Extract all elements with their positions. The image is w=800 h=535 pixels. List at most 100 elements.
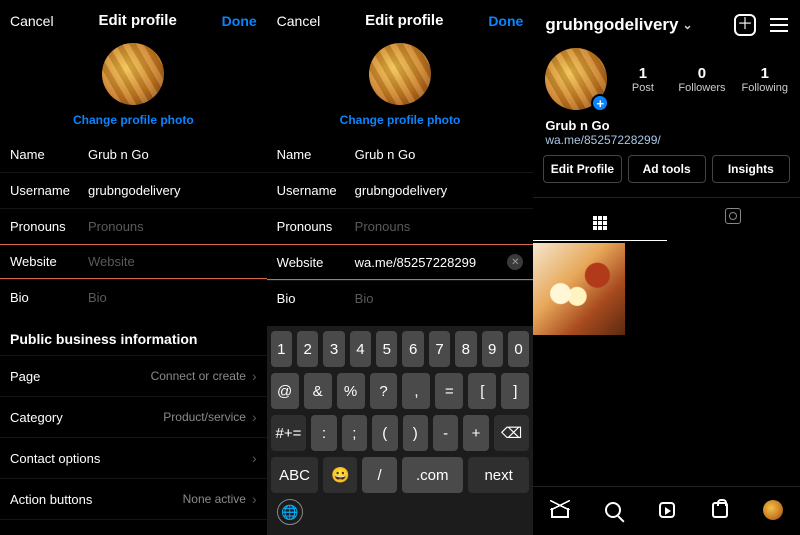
website-label: Website	[277, 255, 355, 270]
key-abc[interactable]: ABC	[271, 457, 319, 493]
profile-icon[interactable]	[762, 499, 784, 521]
name-input[interactable]: Grub n Go	[355, 147, 524, 162]
name-label: Name	[277, 147, 355, 162]
key[interactable]: +	[463, 415, 488, 451]
website-row: Website Website	[0, 244, 267, 279]
action-buttons-row[interactable]: Action buttons None active›	[0, 478, 267, 519]
key-2[interactable]: 2	[297, 331, 318, 367]
posts-label: Post	[623, 82, 662, 94]
followers-stat[interactable]: 0 Followers	[678, 65, 725, 94]
menu-icon[interactable]	[770, 18, 788, 32]
username-text: grubngodelivery	[545, 15, 678, 35]
category-value: Product/service	[163, 410, 246, 424]
search-icon[interactable]	[602, 499, 624, 521]
add-story-badge[interactable]: +	[591, 94, 609, 112]
insights-button[interactable]: Insights	[712, 155, 790, 183]
key-backspace[interactable]: ⌫	[494, 415, 530, 451]
done-button[interactable]: Done	[488, 13, 523, 29]
website-input[interactable]: Website	[88, 254, 257, 269]
keyboard[interactable]: 1 2 3 4 5 6 7 8 9 0 @ & % ? , = [ ]	[267, 326, 534, 535]
key[interactable]: -	[433, 415, 458, 451]
name-input[interactable]: Grub n Go	[88, 147, 257, 162]
done-button[interactable]: Done	[222, 13, 257, 29]
pronouns-row: Pronouns Pronouns	[0, 208, 267, 244]
grid-tab[interactable]	[533, 198, 666, 241]
reels-icon[interactable]	[656, 499, 678, 521]
page-title: Edit profile	[98, 12, 176, 29]
username-input[interactable]: grubngodelivery	[88, 183, 257, 198]
key-5[interactable]: 5	[376, 331, 397, 367]
clear-icon[interactable]: ✕	[507, 254, 523, 270]
bio-link[interactable]: wa.me/85257228299/	[545, 133, 788, 147]
pronouns-input[interactable]: Pronouns	[88, 219, 257, 234]
key-comma[interactable]: ,	[402, 373, 430, 409]
key-4[interactable]: 4	[350, 331, 371, 367]
key-symbols[interactable]: #+=	[271, 415, 307, 451]
create-icon[interactable]: ＋	[734, 14, 756, 36]
display-name: Grub n Go	[545, 118, 788, 133]
key-slash[interactable]: /	[362, 457, 396, 493]
chevron-right-icon: ›	[252, 450, 257, 466]
post-thumbnail[interactable]	[533, 243, 625, 335]
following-stat[interactable]: 1 Following	[742, 65, 788, 94]
name-label: Name	[10, 147, 88, 162]
key-0[interactable]: 0	[508, 331, 529, 367]
key[interactable]: (	[372, 415, 397, 451]
action-buttons-label: Action buttons	[10, 492, 92, 507]
category-row[interactable]: Category Product/service›	[0, 396, 267, 437]
page-label: Page	[10, 369, 40, 384]
pronouns-input[interactable]: Pronouns	[355, 219, 524, 234]
cancel-button[interactable]: Cancel	[277, 13, 321, 29]
posts-stat[interactable]: 1 Post	[623, 65, 662, 94]
cancel-button[interactable]: Cancel	[10, 13, 54, 29]
website-input[interactable]: wa.me/85257228299	[355, 255, 508, 270]
key-rb[interactable]: ]	[501, 373, 529, 409]
followers-label: Followers	[678, 82, 725, 94]
key-q[interactable]: ?	[370, 373, 398, 409]
page-value: Connect or create	[151, 369, 246, 383]
profile-photo[interactable]	[369, 43, 431, 105]
username-dropdown[interactable]: grubngodelivery ⌄	[545, 15, 692, 35]
bio-input[interactable]: Bio	[355, 291, 524, 306]
home-icon[interactable]	[549, 499, 571, 521]
key-8[interactable]: 8	[455, 331, 476, 367]
globe-icon[interactable]: 🌐	[277, 499, 303, 525]
shop-icon[interactable]	[709, 499, 731, 521]
key-3[interactable]: 3	[323, 331, 344, 367]
key-7[interactable]: 7	[429, 331, 450, 367]
key-pct[interactable]: %	[337, 373, 365, 409]
username-label: Username	[10, 183, 88, 198]
profile-photo[interactable]	[102, 43, 164, 105]
key[interactable]: :	[311, 415, 336, 451]
key-1[interactable]: 1	[271, 331, 292, 367]
profile-photo[interactable]: +	[545, 48, 607, 110]
key-6[interactable]: 6	[402, 331, 423, 367]
ad-tools-button[interactable]: Ad tools	[628, 155, 706, 183]
contact-label: Contact options	[10, 451, 100, 466]
tagged-tab[interactable]	[667, 198, 800, 241]
key-eq[interactable]: =	[435, 373, 463, 409]
bio-input[interactable]: Bio	[88, 290, 257, 305]
key-dotcom[interactable]: .com	[402, 457, 463, 493]
key-at[interactable]: @	[271, 373, 299, 409]
key[interactable]: )	[403, 415, 428, 451]
following-label: Following	[742, 82, 788, 94]
change-profile-photo-link[interactable]: Change profile photo	[340, 113, 461, 127]
edit-profile-button[interactable]: Edit Profile	[543, 155, 621, 183]
key-next[interactable]: next	[468, 457, 529, 493]
username-input[interactable]: grubngodelivery	[355, 183, 524, 198]
change-profile-photo-link[interactable]: Change profile photo	[73, 113, 194, 127]
website-label: Website	[10, 254, 88, 269]
key[interactable]: ;	[342, 415, 367, 451]
bio-row: Bio Bio	[0, 279, 267, 315]
contact-options-row[interactable]: Contact options ›	[0, 437, 267, 478]
page-row[interactable]: Page Connect or create›	[0, 355, 267, 396]
profile-display-row[interactable]: Profile Display All Hidden›	[0, 519, 267, 535]
key-emoji[interactable]: 😀	[323, 457, 357, 493]
key-lb[interactable]: [	[468, 373, 496, 409]
username-label: Username	[277, 183, 355, 198]
header: Cancel Edit profile Done	[0, 0, 267, 41]
name-row: Name Grub n Go	[0, 137, 267, 172]
key-9[interactable]: 9	[482, 331, 503, 367]
key-amp[interactable]: &	[304, 373, 332, 409]
